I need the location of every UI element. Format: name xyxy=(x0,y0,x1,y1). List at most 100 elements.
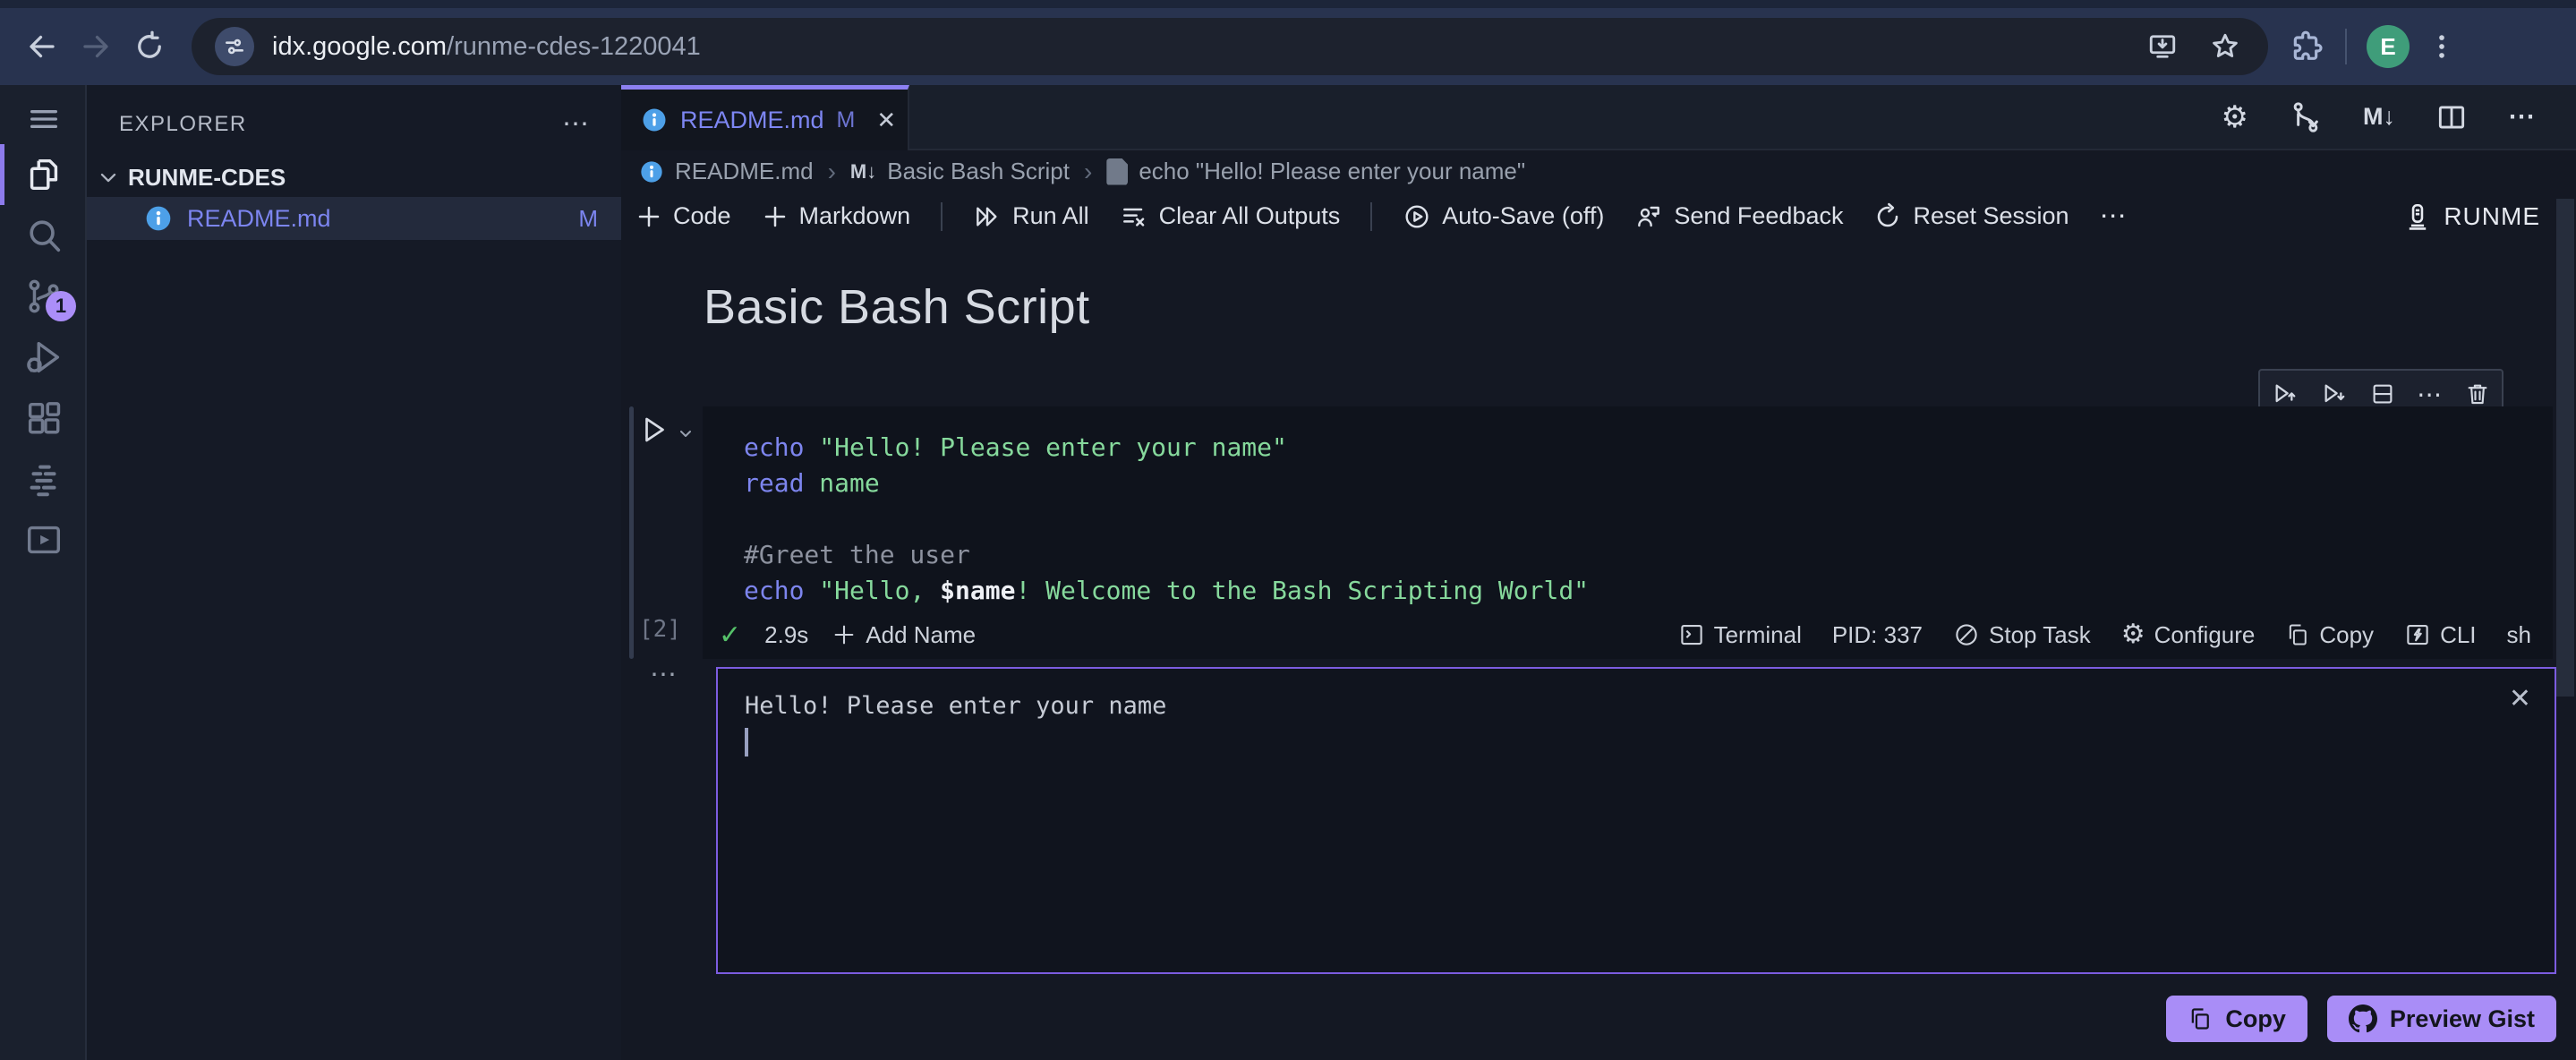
breadcrumb-separator: › xyxy=(827,157,836,185)
breadcrumb-section[interactable]: Basic Bash Script xyxy=(887,158,1070,185)
url-path: /runme-cdes-1220041 xyxy=(447,31,701,61)
toolbar-divider xyxy=(941,201,943,231)
autosave-icon xyxy=(1405,204,1429,228)
file-row-readme[interactable]: README.md M xyxy=(87,197,621,240)
split-editor-icon[interactable] xyxy=(2435,100,2469,134)
cell-more-icon[interactable]: ⋯ xyxy=(2417,380,2444,409)
feedback-icon xyxy=(1638,206,1660,227)
notebook-toolbar: Code Markdown Run All Clear All Outputs … xyxy=(621,192,2576,240)
clear-outputs-button[interactable]: Clear All Outputs xyxy=(1120,202,1340,231)
toolbar-divider xyxy=(1370,201,1373,231)
configure-button[interactable]: ⚙ Configure xyxy=(2121,621,2256,649)
workspace-name: RUNME-CDES xyxy=(128,163,286,191)
cli-button[interactable]: CLI xyxy=(2404,621,2477,649)
tab-bar: README.md M ✕ ⚙ M↓ ⋯ xyxy=(621,85,2576,150)
stop-icon xyxy=(1956,624,1977,645)
run-all-icon xyxy=(977,206,997,227)
terminal-button[interactable]: Terminal xyxy=(1678,621,1802,649)
preview-gist-button[interactable]: Preview Gist xyxy=(2326,996,2556,1042)
copy-cell-button[interactable]: Copy xyxy=(2285,621,2374,649)
copy-icon xyxy=(2192,1008,2210,1030)
chevron-down-icon xyxy=(96,165,121,190)
bookmark-star-icon[interactable] xyxy=(2205,27,2245,66)
site-settings-icon[interactable] xyxy=(215,27,254,66)
success-check-icon: ✓ xyxy=(719,620,742,650)
gear-icon[interactable]: ⚙ xyxy=(2222,99,2248,135)
plus-icon xyxy=(764,206,785,227)
close-output-icon[interactable]: ✕ xyxy=(2509,683,2531,714)
stop-task-button[interactable]: Stop Task xyxy=(1953,621,2091,649)
tab-modified-badge: M xyxy=(836,107,856,132)
file-name: README.md xyxy=(187,204,331,232)
sidebar-item-run-debug[interactable] xyxy=(0,329,87,386)
reset-session-button[interactable]: Reset Session xyxy=(1873,202,2069,231)
tab-readme[interactable]: README.md M ✕ xyxy=(621,85,909,150)
copy-output-button[interactable]: Copy xyxy=(2166,996,2307,1042)
send-feedback-button[interactable]: Send Feedback xyxy=(1634,202,1843,231)
sidebar-item-search[interactable] xyxy=(0,207,87,264)
exec-duration: 2.9s xyxy=(764,620,809,648)
more-actions-icon[interactable]: ⋯ xyxy=(2508,101,2537,132)
language-indicator[interactable]: sh xyxy=(2507,621,2531,649)
editor-scrollbar[interactable] xyxy=(2556,199,2574,697)
runme-brand: RUNME xyxy=(2402,201,2540,232)
explorer-title: EXPLORER xyxy=(119,111,247,136)
url-bar[interactable]: idx.google.com/runme-cdes-1220041 xyxy=(192,18,2268,75)
activity-bar: 1 xyxy=(0,85,87,1060)
install-app-icon[interactable] xyxy=(2143,27,2182,66)
sidebar-item-preview[interactable] xyxy=(0,511,87,568)
close-icon[interactable]: ✕ xyxy=(876,107,896,134)
run-above-icon[interactable] xyxy=(2271,380,2299,408)
code-cell[interactable]: echo "Hello! Please enter your name" read… xyxy=(703,406,2553,659)
markdown-preview-icon[interactable]: M↓ xyxy=(2363,103,2395,131)
run-below-icon[interactable] xyxy=(2320,380,2349,408)
add-name-button[interactable]: Add Name xyxy=(832,621,976,649)
tab-label: README.md xyxy=(680,106,824,133)
reload-icon[interactable] xyxy=(129,26,170,67)
dashed-lines-icon[interactable] xyxy=(0,450,87,508)
cli-icon xyxy=(2407,624,2428,645)
breadcrumb-cell[interactable]: echo "Hello! Please enter your name" xyxy=(1139,158,1525,185)
run-all-button[interactable]: Run All xyxy=(973,202,1089,231)
sidebar-item-explorer[interactable] xyxy=(0,144,87,205)
info-icon xyxy=(641,107,668,133)
terminal-icon xyxy=(1680,624,1702,645)
breadcrumb-file[interactable]: README.md xyxy=(675,158,814,185)
editor-area: README.md M ✕ ⚙ M↓ ⋯ README.md › M↓ Basi… xyxy=(621,85,2576,1060)
code-editor[interactable]: echo "Hello! Please enter your name" read… xyxy=(703,406,2553,611)
run-cell-button[interactable] xyxy=(637,414,670,446)
cell-status-bar: ✓ 2.9s Add Name Terminal PID: 337 Stop T… xyxy=(703,611,2553,659)
file-icon xyxy=(1106,158,1129,185)
delete-cell-icon[interactable] xyxy=(2464,380,2491,407)
forward-icon[interactable] xyxy=(75,26,116,67)
execution-count: [2] xyxy=(639,616,681,643)
menu-hamburger-icon[interactable] xyxy=(0,96,87,142)
toolbar-more-icon[interactable]: ⋯ xyxy=(2100,201,2128,232)
sidebar-item-source-control[interactable]: 1 xyxy=(0,268,87,325)
browser-menu-icon[interactable] xyxy=(2424,31,2460,62)
back-icon[interactable] xyxy=(21,26,63,67)
add-code-button[interactable]: Code xyxy=(635,202,731,230)
autosave-toggle[interactable]: Auto-Save (off) xyxy=(1403,202,1604,231)
cell-focus-indicator xyxy=(629,406,634,659)
add-markdown-button[interactable]: Markdown xyxy=(762,202,910,230)
extensions-puzzle-icon[interactable] xyxy=(2286,27,2325,66)
terminal-output[interactable]: Hello! Please enter your name ✕ xyxy=(716,667,2556,974)
plus-icon xyxy=(638,206,660,227)
run-options-chevron-icon[interactable] xyxy=(675,423,696,444)
output-footer: Copy Preview Gist xyxy=(716,996,2556,1042)
url-text: idx.google.com/runme-cdes-1220041 xyxy=(272,32,701,62)
sidebar-item-extensions[interactable] xyxy=(0,389,87,447)
markdown-heading: Basic Bash Script xyxy=(704,280,1090,334)
explorer-more-icon[interactable]: ⋯ xyxy=(562,108,591,140)
compare-changes-icon[interactable] xyxy=(2288,99,2324,135)
avatar[interactable]: E xyxy=(2367,25,2410,68)
output-more-icon[interactable]: ⋯ xyxy=(650,659,678,690)
workspace-root[interactable]: RUNME-CDES xyxy=(87,158,621,197)
split-cell-icon[interactable] xyxy=(2369,380,2396,407)
code-lines: echo "Hello! Please enter your name" read… xyxy=(744,432,1590,605)
runme-logo-icon xyxy=(2410,203,2427,230)
github-icon xyxy=(2348,1004,2377,1033)
terminal-cursor xyxy=(745,728,748,757)
info-icon xyxy=(639,159,664,184)
